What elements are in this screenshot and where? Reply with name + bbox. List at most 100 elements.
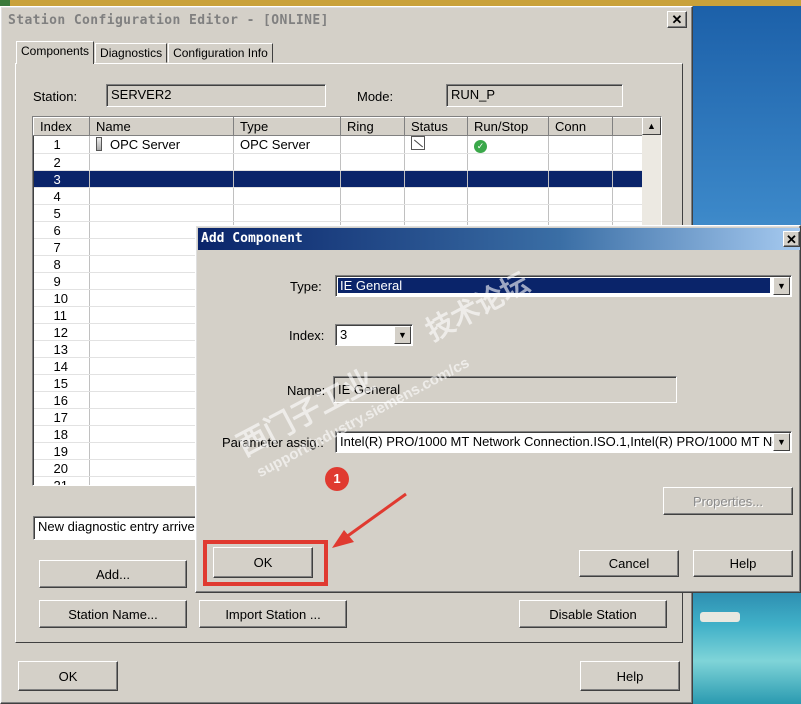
column-header-runstop[interactable]: Run/Stop [467, 117, 549, 136]
import-station-button[interactable]: Import Station ... [199, 600, 347, 628]
station-label: Station: [33, 89, 78, 104]
tab-components[interactable]: Components [16, 41, 95, 64]
chevron-down-icon[interactable]: ▼ [773, 277, 790, 295]
cell-conn [548, 187, 613, 205]
cell-name [89, 204, 234, 222]
parameter-assignment-label: Parameter assig.: [222, 435, 324, 450]
cell-index: 10 [33, 289, 90, 307]
dialog-close-button[interactable]: ✕ [783, 231, 800, 247]
cell-index: 7 [33, 238, 90, 256]
table-row[interactable]: 4 [33, 187, 644, 205]
main-ok-button[interactable]: OK [18, 661, 118, 691]
main-close-button[interactable]: ✕ [667, 11, 687, 28]
component-name: OPC Server [110, 137, 181, 152]
cell-ring [340, 187, 405, 205]
table-row[interactable]: 5 [33, 204, 644, 222]
cell-conn [548, 170, 613, 188]
index-dropdown[interactable]: 3 ▼ [335, 324, 413, 346]
cell-type: OPC Server [233, 135, 341, 154]
station-name-button[interactable]: Station Name... [39, 600, 187, 628]
cell-runstop: ✓ [467, 135, 549, 154]
chevron-down-icon[interactable]: ▼ [394, 326, 411, 344]
cell-filler [612, 187, 644, 205]
tab-configuration-info[interactable]: Configuration Info [168, 43, 273, 63]
table-row[interactable]: 2 [33, 153, 644, 171]
name-field: IE General [333, 376, 677, 403]
type-dropdown-value: IE General [338, 278, 770, 293]
dialog-titlebar[interactable]: Add Component [198, 228, 800, 250]
cell-filler [612, 170, 644, 188]
mode-field: RUN_P [446, 84, 623, 107]
cell-conn [548, 135, 613, 154]
cell-ring [340, 153, 405, 171]
cell-ring [340, 135, 405, 154]
cell-index: 18 [33, 425, 90, 443]
cell-index: 3 [33, 170, 90, 188]
chevron-down-icon[interactable]: ▼ [773, 433, 790, 451]
cell-runstop [467, 153, 549, 171]
parameter-assignment-value: Intel(R) PRO/1000 MT Network Connection.… [340, 434, 774, 449]
check-icon: ✓ [474, 139, 487, 153]
column-header-conn[interactable]: Conn [548, 117, 613, 136]
type-dropdown[interactable]: IE General ▼ [335, 275, 792, 297]
properties-button[interactable]: Properties... [663, 487, 793, 515]
cell-filler [612, 135, 644, 154]
dialog-cancel-button[interactable]: Cancel [579, 550, 679, 577]
opc-server-icon [96, 137, 102, 151]
tab-diagnostics[interactable]: Diagnostics [95, 43, 168, 63]
watermark-url: support.industry.siemens.com/cs [254, 354, 473, 482]
tab-strip: Components Diagnostics Configuration Inf… [16, 41, 274, 64]
name-label: Name: [287, 383, 326, 398]
cell-index: 19 [33, 442, 90, 460]
table-header-row: Index Name Type Ring Status Run/Stop Conn [33, 117, 644, 136]
cell-index: 4 [33, 187, 90, 205]
index-label: Index: [289, 328, 325, 343]
main-help-button[interactable]: Help [580, 661, 680, 691]
column-header-status[interactable]: Status [404, 117, 468, 136]
status-icon [411, 136, 425, 150]
cell-name: OPC Server [89, 135, 234, 154]
column-header-filler [612, 117, 644, 136]
column-header-type[interactable]: Type [233, 117, 341, 136]
cell-conn [548, 204, 613, 222]
main-window-title: Station Configuration Editor - [ONLINE] [8, 12, 329, 28]
cell-runstop [467, 170, 549, 188]
cell-type [233, 153, 341, 171]
cell-index: 21 [33, 476, 90, 485]
cell-name [89, 153, 234, 171]
annotation-arrow-icon [332, 492, 407, 548]
cell-status [404, 187, 468, 205]
cell-type [233, 187, 341, 205]
cell-ring [340, 204, 405, 222]
cell-conn [548, 153, 613, 171]
cell-index: 5 [33, 204, 90, 222]
cell-index: 6 [33, 221, 90, 239]
cell-index: 1 [33, 135, 90, 154]
cell-runstop [467, 187, 549, 205]
cell-index: 20 [33, 459, 90, 477]
wallpaper-boat [700, 612, 740, 622]
mode-label: Mode: [357, 89, 394, 104]
main-titlebar[interactable]: Station Configuration Editor - [ONLINE] [4, 10, 689, 30]
column-header-index[interactable]: Index [33, 117, 90, 136]
cell-name [89, 187, 234, 205]
table-row[interactable]: 1 OPC Server OPC Server ✓ [33, 135, 644, 154]
cell-status [404, 170, 468, 188]
disable-station-button[interactable]: Disable Station [519, 600, 667, 628]
cell-index: 15 [33, 374, 90, 392]
cell-index: 9 [33, 272, 90, 290]
step-badge: 1 [325, 467, 349, 491]
add-component-dialog: Add Component ✕ Type: IE General ▼ Index… [195, 225, 801, 593]
add-button[interactable]: Add... [39, 560, 187, 588]
cell-index: 2 [33, 153, 90, 171]
scroll-up-arrow-icon[interactable]: ▲ [642, 117, 661, 135]
close-icon: ✕ [671, 12, 683, 27]
table-row[interactable]: 3 [33, 170, 644, 188]
parameter-assignment-dropdown[interactable]: Intel(R) PRO/1000 MT Network Connection.… [335, 431, 792, 453]
cell-index: 11 [33, 306, 90, 324]
column-header-name[interactable]: Name [89, 117, 234, 136]
cell-ring [340, 170, 405, 188]
cell-index: 12 [33, 323, 90, 341]
column-header-ring[interactable]: Ring [340, 117, 405, 136]
dialog-help-button[interactable]: Help [693, 550, 793, 577]
